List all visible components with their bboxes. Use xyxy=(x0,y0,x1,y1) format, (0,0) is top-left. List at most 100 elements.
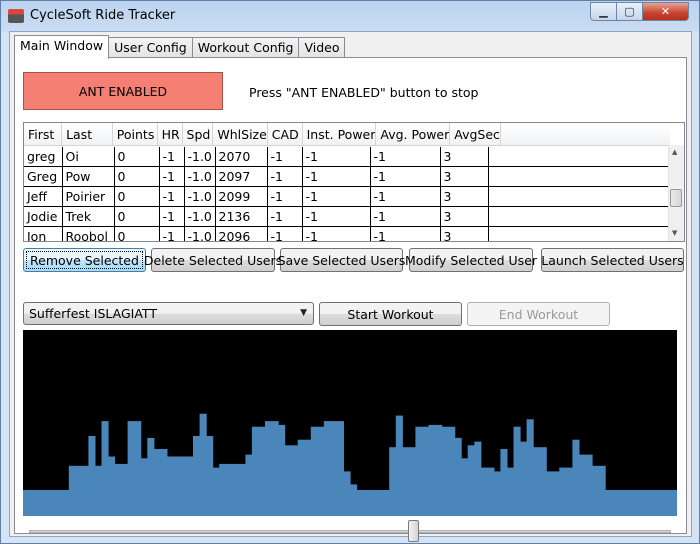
cell-avg-power[interactable]: -1 xyxy=(370,226,441,241)
power-segment xyxy=(559,467,573,516)
cell-last[interactable]: Pow xyxy=(62,166,115,187)
close-button[interactable]: ✕ xyxy=(642,2,689,21)
cell-hr[interactable]: -1 xyxy=(159,206,185,227)
cell-avgsec[interactable]: 3 xyxy=(440,186,489,207)
cell-points[interactable]: 0 xyxy=(114,147,160,167)
workout-power-chart-svg xyxy=(23,413,677,516)
table-row[interactable]: Greg Pow 0 -1 -1.0 2097 -1 -1 -1 3 xyxy=(24,166,668,187)
workout-select[interactable]: Sufferfest ISLAGIATT ▼ xyxy=(23,302,314,325)
cell-points[interactable]: 0 xyxy=(114,226,160,241)
col-header-avg-power[interactable]: Avg. Power xyxy=(375,123,451,146)
cell-first[interactable]: Jeff xyxy=(24,186,63,207)
title-bar[interactable]: CycleSoft Ride Tracker ▁ ▢ ✕ xyxy=(1,1,699,31)
grid-vertical-scrollbar[interactable]: ▲ ▼ xyxy=(668,145,684,241)
cell-avg-power[interactable]: -1 xyxy=(370,206,441,227)
minimize-button[interactable]: ▁ xyxy=(590,2,617,21)
col-header-first[interactable]: First xyxy=(24,123,63,146)
tab-main-window[interactable]: Main Window xyxy=(14,35,110,59)
table-row[interactable]: Jodie Trek 0 -1 -1.0 2136 -1 -1 -1 3 xyxy=(24,206,668,227)
launch-selected-users-button[interactable]: Launch Selected Users xyxy=(541,248,684,272)
scroll-thumb[interactable] xyxy=(670,189,682,207)
power-segment xyxy=(650,490,665,516)
col-header-points[interactable]: Points xyxy=(112,123,158,146)
cell-spd[interactable]: -1.0 xyxy=(184,166,216,187)
cell-hr[interactable]: -1 xyxy=(159,226,185,241)
col-header-cad[interactable]: CAD xyxy=(267,123,303,146)
cell-cad[interactable]: -1 xyxy=(267,206,303,227)
table-row[interactable]: Jon Roobol 0 -1 -1.0 2096 -1 -1 -1 3 xyxy=(24,226,668,241)
cell-whlsize[interactable]: 2096 xyxy=(215,226,268,241)
col-header-avgsec[interactable]: AvgSec xyxy=(449,123,501,146)
save-selected-users-button[interactable]: Save Selected Users xyxy=(278,248,405,272)
cell-hr[interactable]: -1 xyxy=(159,147,185,167)
scroll-down-icon[interactable]: ▼ xyxy=(672,229,677,237)
workout-progress-slider-thumb[interactable] xyxy=(408,520,419,542)
tab-user-config[interactable]: User Config xyxy=(108,37,193,58)
cell-avgsec[interactable]: 3 xyxy=(440,226,489,241)
cell-avgsec[interactable]: 3 xyxy=(440,147,489,167)
cell-avgsec[interactable]: 3 xyxy=(440,206,489,227)
cell-hr[interactable]: -1 xyxy=(159,186,185,207)
cell-last[interactable]: Roobol xyxy=(62,226,115,241)
power-segment xyxy=(461,458,469,516)
cell-spd[interactable]: -1.0 xyxy=(184,226,216,241)
cell-inst-power[interactable]: -1 xyxy=(302,206,371,227)
scroll-up-icon[interactable]: ▲ xyxy=(672,148,677,156)
tab-video[interactable]: Video xyxy=(298,37,346,58)
cell-cad[interactable]: -1 xyxy=(267,226,303,241)
cell-spd[interactable]: -1.0 xyxy=(184,186,216,207)
power-segment xyxy=(474,441,482,516)
cell-avgsec[interactable]: 3 xyxy=(440,166,489,187)
power-segment xyxy=(395,415,403,516)
power-segment xyxy=(356,490,371,516)
chevron-down-icon[interactable]: ▼ xyxy=(300,303,307,324)
tab-workout-config[interactable]: Workout Config xyxy=(191,37,300,58)
cell-whlsize[interactable]: 2097 xyxy=(215,166,268,187)
col-header-hr[interactable]: HR xyxy=(157,123,183,146)
cell-whlsize[interactable]: 2099 xyxy=(215,186,268,207)
tab-strip: Main Window User Config Workout Config V… xyxy=(14,35,346,59)
col-header-whlsize[interactable]: WhlSize xyxy=(212,123,268,146)
power-segment xyxy=(520,441,528,516)
users-grid[interactable]: First Last Points HR Spd WhlSize CAD Ins… xyxy=(23,122,685,242)
col-header-spd[interactable]: Spd xyxy=(182,123,214,146)
table-row[interactable]: Jeff Poirier 0 -1 -1.0 2099 -1 -1 -1 3 xyxy=(24,186,668,207)
cell-inst-power[interactable]: -1 xyxy=(302,226,371,241)
cell-whlsize[interactable]: 2070 xyxy=(215,147,268,167)
cell-first[interactable]: Greg xyxy=(24,166,63,187)
cell-cad[interactable]: -1 xyxy=(267,166,303,187)
cell-points[interactable]: 0 xyxy=(114,166,160,187)
cell-points[interactable]: 0 xyxy=(114,206,160,227)
workout-progress-slider-track[interactable] xyxy=(29,530,671,533)
cell-inst-power[interactable]: -1 xyxy=(302,166,371,187)
cell-hr[interactable]: -1 xyxy=(159,166,185,187)
cell-first[interactable]: Jodie xyxy=(24,206,63,227)
cell-avg-power[interactable]: -1 xyxy=(370,147,441,167)
cell-avg-power[interactable]: -1 xyxy=(370,186,441,207)
cell-last[interactable]: Oi xyxy=(62,147,115,167)
cell-last[interactable]: Trek xyxy=(62,206,115,227)
cell-inst-power[interactable]: -1 xyxy=(302,186,371,207)
ant-enabled-button[interactable]: ANT ENABLED xyxy=(23,72,223,110)
cell-avg-power[interactable]: -1 xyxy=(370,166,441,187)
remove-selected-button[interactable]: Remove Selected xyxy=(23,248,146,272)
table-row[interactable]: greg Oi 0 -1 -1.0 2070 -1 -1 -1 3 xyxy=(24,147,668,167)
col-header-inst-power[interactable]: Inst. Power xyxy=(302,123,377,146)
cell-spd[interactable]: -1.0 xyxy=(184,206,216,227)
cell-inst-power[interactable]: -1 xyxy=(302,147,371,167)
cell-whlsize[interactable]: 2136 xyxy=(215,206,268,227)
cell-cad[interactable]: -1 xyxy=(267,186,303,207)
cell-spd[interactable]: -1.0 xyxy=(184,147,216,167)
cell-first[interactable]: Jon xyxy=(24,226,63,241)
cell-points[interactable]: 0 xyxy=(114,186,160,207)
cell-last[interactable]: Poirier xyxy=(62,186,115,207)
delete-selected-users-button[interactable]: Delete Selected Users xyxy=(144,248,282,272)
modify-selected-user-button[interactable]: Modify Selected User xyxy=(405,248,537,272)
power-segment xyxy=(428,424,443,516)
maximize-button[interactable]: ▢ xyxy=(616,2,643,21)
col-header-last[interactable]: Last xyxy=(61,123,113,146)
start-workout-button[interactable]: Start Workout xyxy=(319,302,462,326)
cell-first[interactable]: greg xyxy=(24,147,63,167)
cell-cad[interactable]: -1 xyxy=(267,147,303,167)
power-segment xyxy=(278,424,286,516)
